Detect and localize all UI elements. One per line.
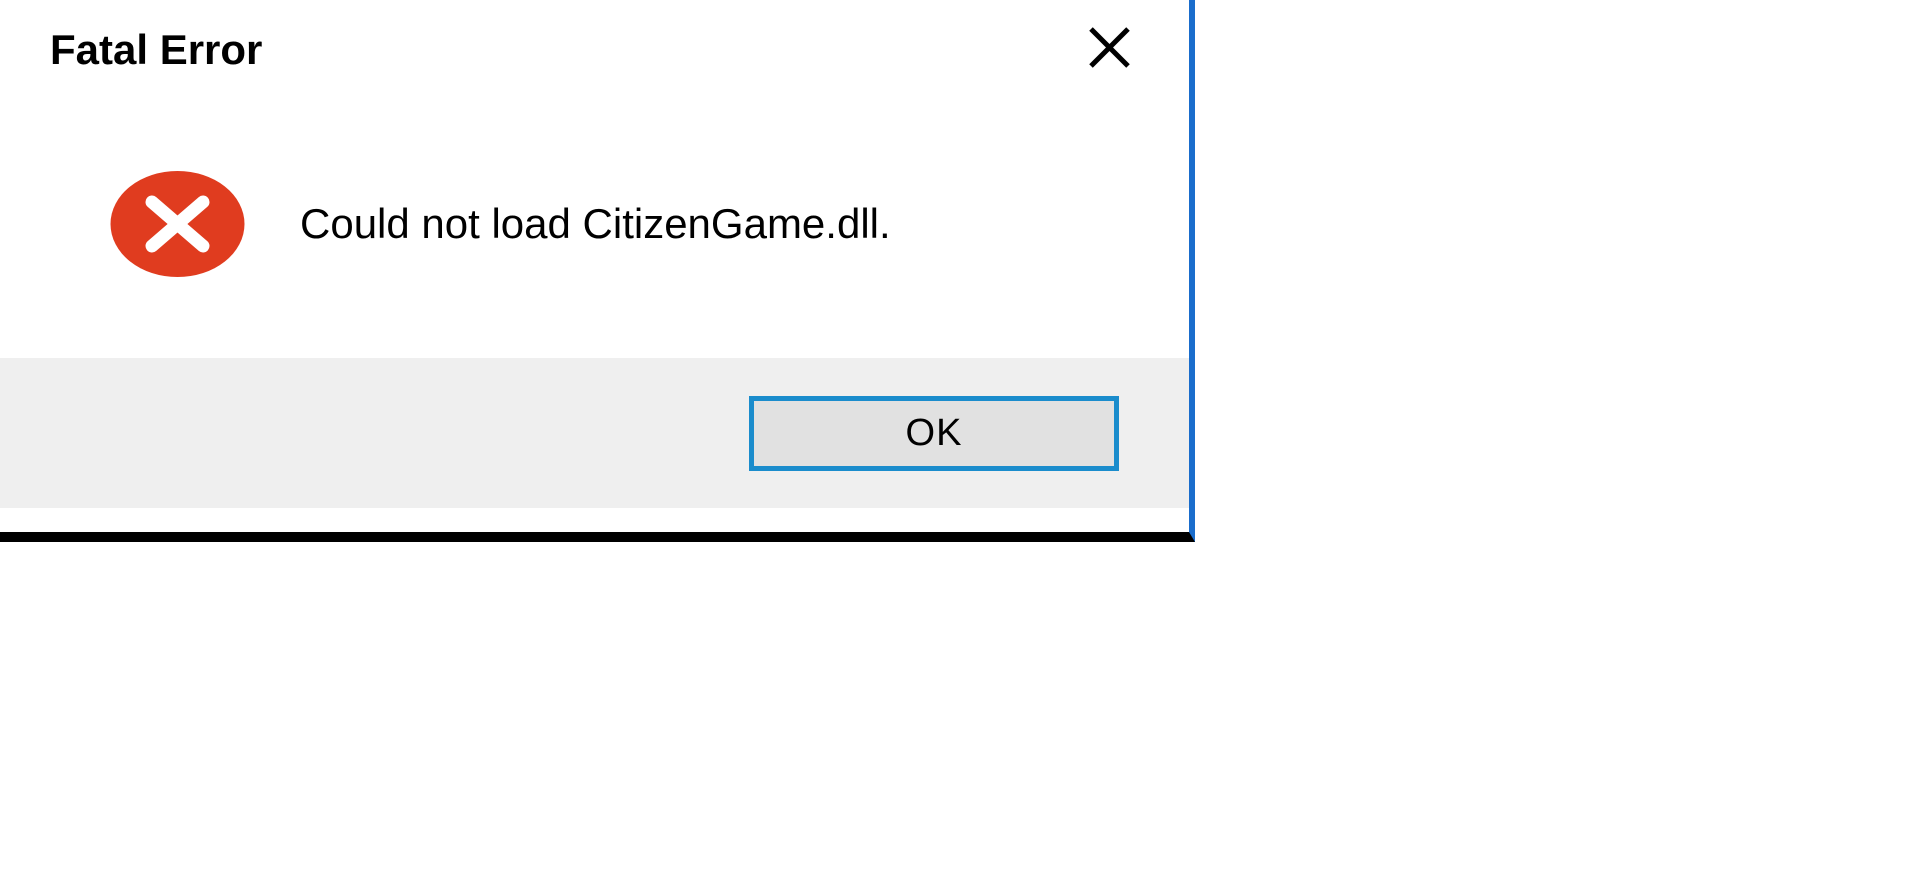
close-button[interactable]	[1079, 20, 1139, 80]
error-message: Could not load CitizenGame.dll.	[300, 200, 891, 248]
ok-button[interactable]: OK	[749, 396, 1119, 471]
close-icon	[1087, 25, 1132, 75]
titlebar: Fatal Error	[0, 0, 1189, 90]
dialog-title: Fatal Error	[50, 26, 262, 74]
error-dialog: Fatal Error Could not load CitizenGame.d…	[0, 0, 1195, 542]
button-area: OK	[0, 358, 1189, 508]
error-icon	[110, 170, 245, 278]
content-area: Could not load CitizenGame.dll.	[0, 90, 1189, 358]
